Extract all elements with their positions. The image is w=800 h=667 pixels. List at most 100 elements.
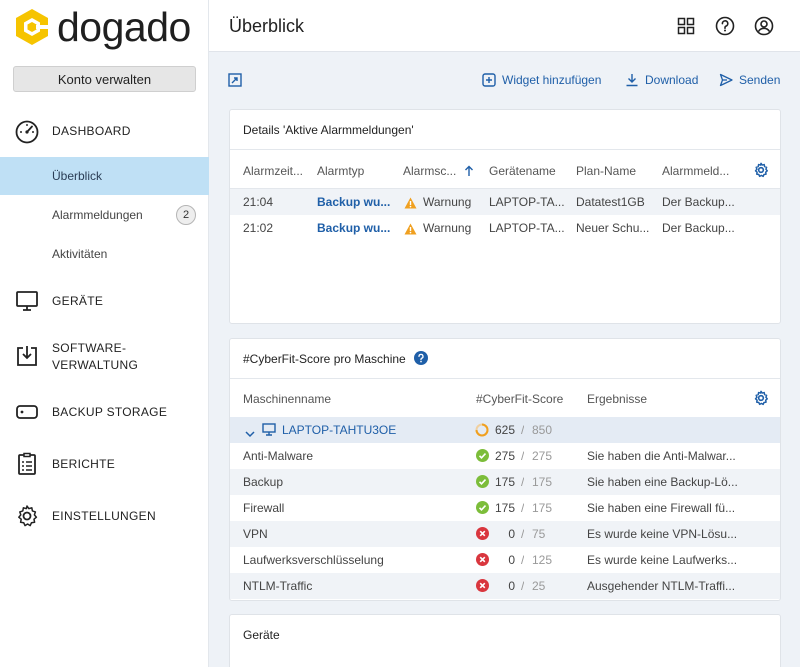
table-row[interactable]: Firewall 175 / 175 Sie haben eine Firewall f… [230, 495, 780, 521]
check-score-max: 175 [532, 501, 553, 515]
check-score-max: 125 [532, 553, 553, 567]
warning-icon [404, 222, 417, 240]
nav-backup-storage[interactable]: BACKUP STORAGE [0, 398, 209, 426]
alarm-device: LAPTOP-TA... [489, 195, 565, 209]
table-row[interactable]: 21:04 Backup wu... Warnung LAPTOP-TA... … [230, 189, 780, 215]
table-row[interactable]: Backup 175 / 175 Sie haben eine Backup-Lö... [230, 469, 780, 495]
column-settings-gear-icon[interactable] [753, 162, 769, 183]
table-row[interactable]: 21:02 Backup wu... Warnung LAPTOP-TA... … [230, 215, 780, 241]
check-name: VPN [243, 527, 268, 541]
chevron-down-icon[interactable] [245, 425, 255, 443]
col-alarm-time[interactable]: Alarmzeit... [243, 164, 303, 178]
col-cyberfit-score[interactable]: #CyberFit-Score [476, 392, 563, 406]
check-name: Anti-Malware [243, 449, 314, 463]
manage-account-button[interactable]: Konto verwalten [13, 66, 196, 92]
nav-software-label-2: VERWALTUNG [52, 358, 139, 372]
brand-name: dogado [57, 3, 191, 50]
check-result: Es wurde keine VPN-Lösu... [587, 527, 738, 541]
alarm-severity: Warnung [423, 221, 472, 235]
col-device-name[interactable]: Gerätename [489, 164, 556, 178]
alarm-message: Der Backup... [662, 221, 735, 235]
alarm-plan: Neuer Schu... [576, 221, 650, 235]
help-icon[interactable] [414, 351, 428, 370]
nav-devices[interactable]: GERÄTE [0, 287, 209, 315]
alarm-type-link[interactable]: Backup wu... [317, 195, 391, 209]
check-score: 175 [494, 501, 515, 515]
column-settings-gear-icon[interactable] [753, 390, 769, 411]
nav-reports[interactable]: BERICHTE [0, 450, 209, 478]
check-score-max: 75 [532, 527, 546, 541]
alarm-time: 21:02 [243, 221, 274, 235]
nav-alarms[interactable]: Alarmmeldungen 2 [0, 196, 209, 234]
check-score: 0 [508, 527, 515, 541]
score-separator: / [521, 423, 525, 437]
table-row[interactable]: Anti-Malware 275 / 275 Sie haben die Anti-Ma… [230, 443, 780, 469]
alarm-plan: Datatest1GB [576, 195, 645, 209]
partial-score-icon [475, 423, 489, 442]
download-icon [626, 74, 638, 87]
download-button[interactable]: Download [625, 71, 698, 89]
alarms-widget: Details 'Aktive Alarmmeldungen' Alarmzei… [229, 109, 781, 324]
check-circle-icon [476, 501, 489, 519]
check-name: Laufwerksverschlüsselung [243, 553, 384, 567]
col-alarm-type[interactable]: Alarmtyp [317, 164, 364, 178]
storage-icon [14, 399, 40, 425]
col-plan-name[interactable]: Plan-Name [576, 164, 636, 178]
check-circle-icon [476, 449, 489, 467]
check-score: 0 [508, 579, 515, 593]
score-separator: / [521, 449, 525, 463]
table-row[interactable]: NTLM-Traffic 0 / 25 Ausgehender NTLM-Traffi.… [230, 573, 780, 599]
check-name: Backup [243, 475, 284, 489]
send-button[interactable]: Senden [719, 71, 780, 89]
check-name: NTLM-Traffic [243, 579, 313, 593]
computer-icon [262, 423, 276, 441]
gauge-icon [14, 118, 40, 144]
machine-group-row[interactable]: LAPTOP-TAHTU3OE 625 / 850 [230, 417, 780, 443]
nav-overview-label: Überblick [52, 169, 103, 183]
plus-box-icon [482, 73, 496, 87]
score-separator: / [521, 553, 525, 567]
table-row[interactable]: VPN 0 / 75 Es wurde keine VPN-Lösu... [230, 521, 780, 547]
top-header: Überblick [209, 0, 800, 52]
user-icon[interactable] [754, 16, 774, 36]
table-row[interactable]: Laufwerksverschlüsselung 0 / 125 Es wurde ke… [230, 547, 780, 573]
warning-icon [404, 196, 417, 214]
nav-activities[interactable]: Aktivitäten [0, 235, 209, 273]
col-machine-name[interactable]: Maschinenname [243, 392, 331, 406]
alarm-time: 21:04 [243, 195, 274, 209]
expand-icon[interactable] [228, 71, 248, 89]
machine-name[interactable]: LAPTOP-TAHTU3OE [282, 423, 396, 437]
nav-activities-label: Aktivitäten [52, 247, 108, 261]
add-widget-button[interactable]: Widget hinzufügen [482, 71, 601, 89]
nav-overview[interactable]: Überblick [0, 157, 209, 195]
add-widget-label: Widget hinzufügen [502, 73, 602, 87]
score-separator: / [521, 579, 525, 593]
machine-score-max: 850 [532, 423, 553, 437]
check-score-max: 175 [532, 475, 553, 489]
nav-dashboard[interactable]: DASHBOARD [0, 117, 209, 145]
software-install-icon [14, 343, 40, 369]
report-icon [14, 451, 40, 477]
cyberfit-widget: #CyberFit-Score pro Maschine Maschinenna… [229, 338, 781, 601]
error-circle-icon [476, 527, 489, 545]
devices-widget: Geräte [229, 614, 781, 667]
col-alarm-message[interactable]: Alarmmeld... [662, 164, 729, 178]
alarm-message: Der Backup... [662, 195, 735, 209]
nav-settings[interactable]: EINSTELLUNGEN [0, 502, 209, 530]
sort-up-icon[interactable] [464, 164, 474, 182]
nav-reports-label: BERICHTE [52, 456, 116, 471]
dogado-logo[interactable]: dogado [14, 6, 191, 48]
col-results[interactable]: Ergebnisse [587, 392, 647, 406]
check-score-max: 275 [532, 449, 553, 463]
check-name: Firewall [243, 501, 285, 515]
nav-software[interactable]: SOFTWARE- VERWALTUNG [0, 338, 209, 374]
divider [230, 378, 780, 379]
nav-backup-storage-label: BACKUP STORAGE [52, 404, 168, 419]
download-label: Download [645, 73, 699, 87]
alarm-type-link[interactable]: Backup wu... [317, 221, 391, 235]
check-score: 175 [494, 475, 515, 489]
grid-icon[interactable] [676, 16, 696, 36]
col-alarm-severity[interactable]: Alarmsc... [403, 164, 456, 178]
help-icon[interactable] [715, 16, 735, 36]
dashboard-toolbar: Widget hinzufügen Download Senden [209, 52, 800, 106]
